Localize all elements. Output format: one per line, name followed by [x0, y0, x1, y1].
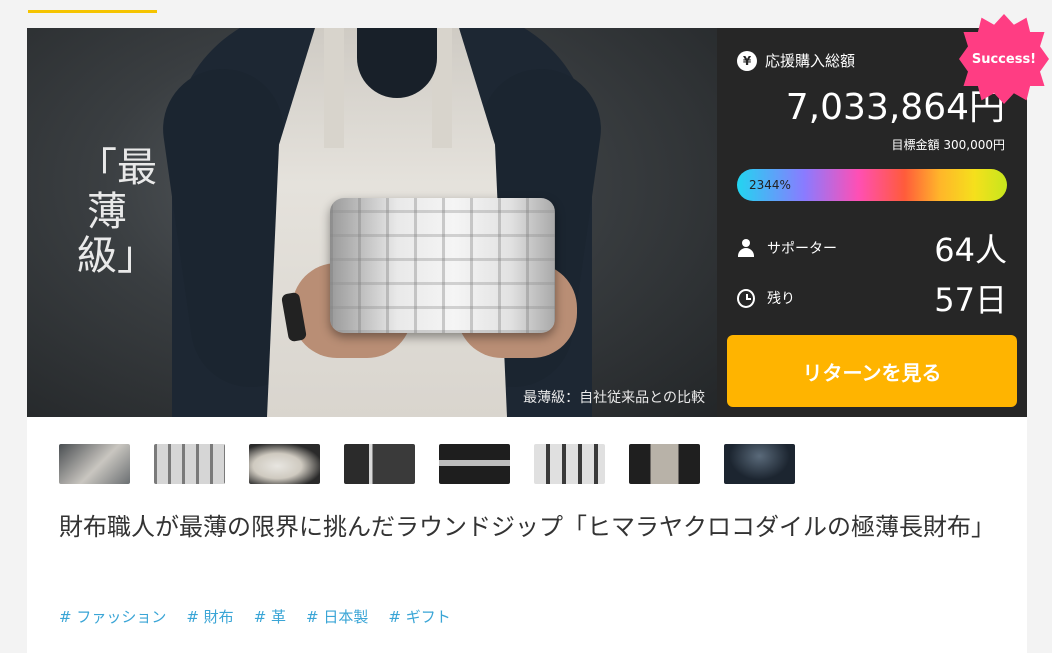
- funding-goal: 目標金額 300,000円: [891, 138, 1005, 152]
- clock-icon: [737, 288, 755, 308]
- hero-vertical-text: 「最薄級」: [77, 145, 157, 279]
- amount-label: 応援購入総額: [765, 52, 856, 70]
- tag-made-in-japan[interactable]: # 日本製: [306, 606, 368, 627]
- active-tab-indicator: [28, 10, 157, 13]
- supporters-row: サポーター 64人: [737, 225, 1007, 271]
- funding-progress-bar: 2344%: [737, 169, 1007, 201]
- remaining-label: 残り: [767, 291, 795, 307]
- thumbnail-7[interactable]: [629, 444, 700, 484]
- remaining-value: 57日: [934, 281, 1007, 319]
- person-icon: [737, 239, 755, 257]
- tag-wallet[interactable]: # 財布: [186, 606, 233, 627]
- remaining-row: 残り 57日: [737, 275, 1007, 321]
- tag-list: # ファッション # 財布 # 革 # 日本製 # ギフト: [59, 606, 451, 627]
- amount-label-row: ¥ 応援購入総額: [737, 50, 855, 71]
- thumbnail-2[interactable]: [154, 444, 225, 484]
- tag-fashion[interactable]: # ファッション: [59, 606, 166, 627]
- yen-icon: ¥: [737, 50, 757, 71]
- thumbnail-strip: [59, 444, 795, 484]
- hero-image[interactable]: 「最薄級」 最薄級：自社従来品との比較: [27, 28, 717, 417]
- supporters-value: 64人: [934, 231, 1007, 269]
- thumbnail-3[interactable]: [249, 444, 320, 484]
- project-card: 「最薄級」 最薄級：自社従来品との比較 ¥ 応援購入総額 7,033,864円 …: [27, 14, 1049, 653]
- hero-apron-strap-left: [324, 28, 344, 148]
- thumbnail-1[interactable]: [59, 444, 130, 484]
- supporters-label: サポーター: [767, 241, 837, 257]
- tag-leather[interactable]: # 革: [254, 606, 286, 627]
- hero-caption: 最薄級：自社従来品との比較: [523, 390, 705, 406]
- view-returns-button[interactable]: リターンを見る: [727, 335, 1017, 407]
- hero-wallet: [330, 198, 555, 333]
- thumbnail-6[interactable]: [534, 444, 605, 484]
- thumbnail-8[interactable]: [724, 444, 795, 484]
- tag-gift[interactable]: # ギフト: [388, 606, 450, 627]
- thumbnail-4[interactable]: [344, 444, 415, 484]
- progress-percent: 2344%: [749, 178, 791, 192]
- thumbnail-5[interactable]: [439, 444, 510, 484]
- project-title: 財布職人が最薄の限界に挑んだラウンドジップ「ヒマラヤクロコダイルの極薄長財布」: [59, 513, 995, 541]
